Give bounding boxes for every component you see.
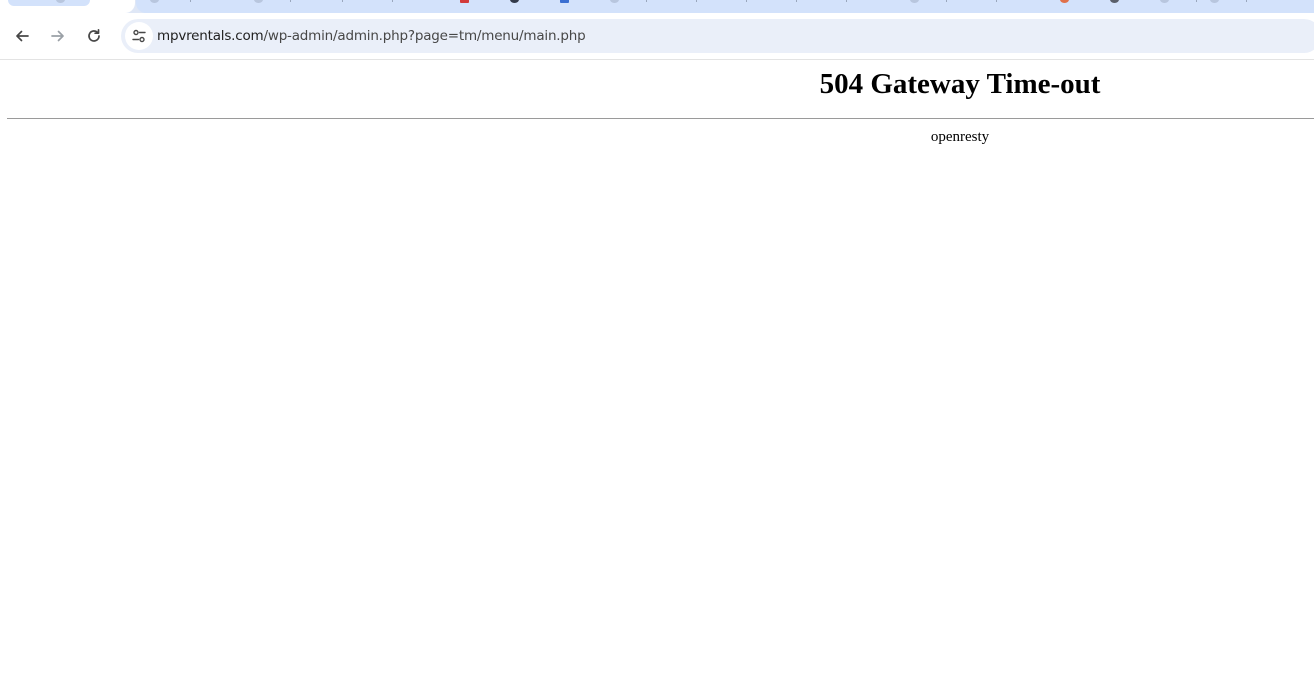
tab-separator	[290, 0, 291, 2]
address-bar[interactable]: mpvrentals.com/wp-admin/admin.php?page=t…	[121, 19, 1314, 53]
tab-favicon[interactable]	[560, 0, 569, 3]
tab-separator	[996, 0, 997, 2]
tab-favicon[interactable]	[910, 0, 919, 3]
site-info-icon	[132, 29, 146, 43]
url-host: mpvrentals.com	[157, 28, 264, 44]
site-info-button[interactable]	[125, 22, 153, 50]
tab-favicon[interactable]	[1110, 0, 1119, 3]
server-name: openresty	[930, 129, 990, 145]
tab-favicon[interactable]	[1210, 0, 1219, 3]
horizontal-rule	[7, 118, 1314, 119]
tab-favicon[interactable]	[150, 0, 159, 3]
browser-toolbar: mpvrentals.com/wp-admin/admin.php?page=t…	[0, 13, 1314, 59]
tab-favicon[interactable]	[610, 0, 619, 3]
tab-separator	[946, 0, 947, 2]
tab-favicon[interactable]	[1160, 0, 1169, 3]
tab-favicon[interactable]	[460, 0, 469, 3]
tab-separator	[1196, 0, 1197, 2]
tab-separator	[846, 0, 847, 2]
tab-favicon[interactable]	[510, 0, 519, 3]
back-arrow-icon	[16, 30, 29, 42]
forward-button[interactable]	[46, 24, 70, 48]
url-path: /wp-admin/admin.php?page=tm/menu/main.ph…	[263, 28, 586, 44]
reload-icon	[88, 28, 100, 42]
back-button[interactable]	[10, 24, 34, 48]
tab-favicon[interactable]	[254, 0, 263, 3]
tab-separator	[1246, 0, 1247, 2]
tab-separator	[342, 0, 343, 2]
tab-highlight	[8, 0, 90, 6]
tab-separator	[392, 0, 393, 2]
error-heading: 504 Gateway Time-out	[819, 68, 1101, 100]
url-text[interactable]: mpvrentals.com/wp-admin/admin.php?page=t…	[157, 28, 586, 44]
forward-arrow-icon	[51, 30, 64, 42]
other-tabs	[136, 0, 1314, 13]
tab-strip	[0, 0, 1314, 13]
tab-separator	[796, 0, 797, 2]
tab-separator	[190, 0, 191, 2]
active-tab[interactable]	[0, 0, 135, 13]
tab-separator	[746, 0, 747, 2]
reload-button[interactable]	[82, 24, 106, 48]
tab-separator	[646, 0, 647, 2]
tab-separator	[696, 0, 697, 2]
page-content: 504 Gateway Time-out openresty	[0, 60, 1314, 677]
tab-favicon[interactable]	[1060, 0, 1069, 3]
